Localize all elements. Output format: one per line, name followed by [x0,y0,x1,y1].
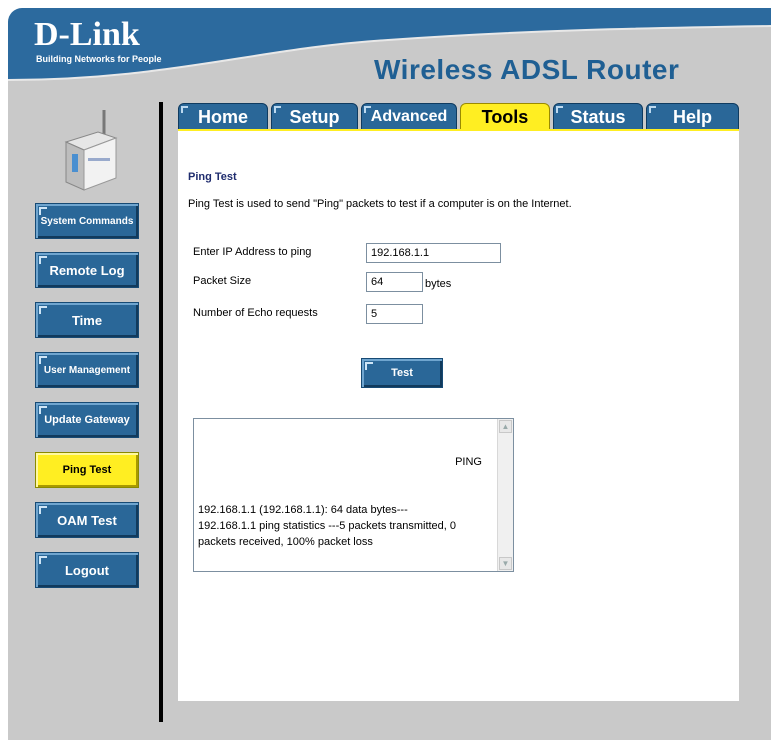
sidebar-item-label: Ping Test [62,464,112,476]
sidebar-item-label: System Commands [40,215,134,227]
ip-address-input[interactable]: 192.168.1.1 [366,243,501,263]
product-title: Wireless ADSL Router [374,54,680,85]
result-scrollbar[interactable]: ▲ ▼ [497,419,513,571]
page-description: Ping Test is used to send "Ping" packets… [188,198,572,210]
sidebar-item-label: OAM Test [57,512,117,528]
sidebar-item-label: User Management [43,364,131,376]
echo-requests-label: Number of Echo requests [193,307,318,319]
sidebar-item-oam-test[interactable]: OAM Test [35,502,139,538]
tab-tools[interactable]: Tools [460,103,550,131]
router-device-image [64,110,118,191]
header-banner: D-Link Building Networks for People Wire… [8,8,771,98]
dlink-logo: D-Link [34,16,140,53]
tab-setup[interactable]: Setup [271,103,358,131]
sidebar-item-remote-log[interactable]: Remote Log [35,252,139,288]
packet-size-input[interactable]: 64 [366,272,423,292]
tab-status[interactable]: Status [553,103,643,131]
sidebar-item-ping-test[interactable]: Ping Test [35,452,139,488]
sidebar-item-system-commands[interactable]: System Commands [35,203,139,239]
page-title: Ping Test [188,171,237,183]
main-tabs: Home Setup Advanced Tools Status Help [178,103,739,131]
result-body: 192.168.1.1 (192.168.1.1): 64 data bytes… [198,504,457,548]
sidebar-item-label: Remote Log [49,262,125,278]
ping-result-textarea[interactable]: PING 192.168.1.1 (192.168.1.1): 64 data … [193,418,514,572]
dlink-tagline: Building Networks for People [36,54,162,64]
content-panel [178,131,739,701]
sidebar-item-update-gateway[interactable]: Update Gateway [35,402,139,438]
scroll-down-icon[interactable]: ▼ [499,557,512,570]
tab-advanced[interactable]: Advanced [361,103,457,131]
sidebar-divider [159,102,163,722]
sidebar-item-logout[interactable]: Logout [35,552,139,588]
sidebar-item-user-management[interactable]: User Management [35,352,139,388]
packet-size-unit: bytes [425,278,452,290]
result-header: PING [455,456,482,468]
ip-address-label: Enter IP Address to ping [193,246,312,258]
tab-home[interactable]: Home [178,103,268,131]
echo-requests-input[interactable]: 5 [366,304,423,324]
test-button[interactable]: Test [361,358,443,388]
scroll-up-icon[interactable]: ▲ [499,420,512,433]
sidebar-item-label: Logout [64,562,110,578]
sidebar-item-time[interactable]: Time [35,302,139,338]
packet-size-label: Packet Size [193,275,252,287]
tab-help[interactable]: Help [646,103,739,131]
sidebar-item-label: Update Gateway [44,414,130,426]
sidebar-item-label: Time [71,312,103,328]
